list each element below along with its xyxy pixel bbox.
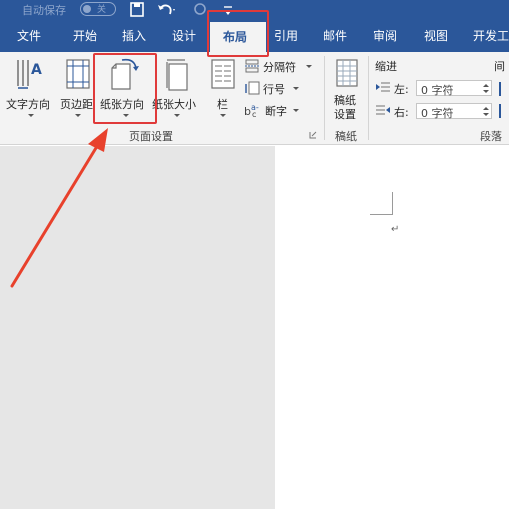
annotation-arrow — [10, 128, 108, 288]
word-window: { "titlebar": { "autosave_label": "自动保存"… — [0, 0, 509, 509]
